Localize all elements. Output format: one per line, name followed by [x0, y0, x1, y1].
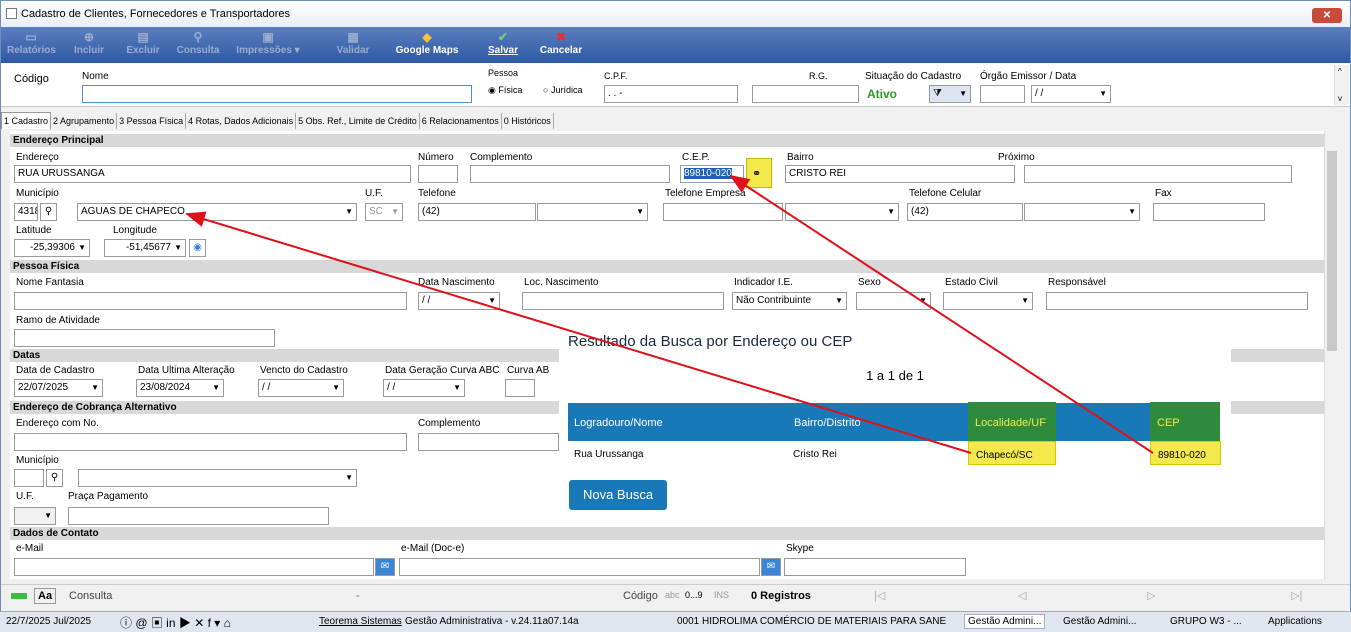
status-dash: -	[356, 590, 360, 602]
task-gestao-1[interactable]: Gestão Admini...	[964, 614, 1046, 629]
company-link[interactable]: Teorema Sistemas	[319, 616, 402, 627]
first-record-icon[interactable]: |◁	[874, 589, 885, 602]
taskbar-date: 22/7/2025 Jul/2025	[6, 616, 92, 627]
font-case-button[interactable]: Aa	[34, 588, 57, 604]
taskbar: 22/7/2025 Jul/2025 ⓘ @ ▣ in ▶ ✕ f ▾ ⌂ Te…	[0, 611, 1351, 632]
social-icons[interactable]: ⓘ @ ▣ in ▶ ✕ f ▾ ⌂	[120, 614, 231, 631]
task-applications[interactable]: Applications	[1268, 616, 1322, 627]
status-registros: 0 Registros	[751, 590, 811, 602]
task-grupo[interactable]: GRUPO W3 - ...	[1170, 616, 1242, 627]
arrow-cep	[729, 174, 1154, 454]
status-green-icon	[11, 593, 27, 599]
status-abc: abc	[665, 590, 680, 600]
annotation-arrows	[185, 174, 1154, 454]
status-ins: INS	[714, 590, 730, 600]
status-consulta: Consulta	[69, 590, 113, 602]
last-record-icon[interactable]: ▷|	[1291, 589, 1302, 602]
status-codigo: Código	[623, 590, 658, 602]
client-name: 0001 HIDROLIMA COMÉRCIO DE MATERIAIS PAR…	[677, 616, 947, 627]
status-digits: 0...9	[685, 590, 703, 600]
arrow-localidade	[185, 211, 972, 454]
app-version: Gestão Administrativa - v.24.11a07.14a	[405, 616, 579, 627]
main-window: Cadastro de Clientes, Fornecedores e Tra…	[0, 0, 1351, 612]
status-bar: Aa Consulta - Código abc 0...9 INS 0 Reg…	[1, 584, 1350, 606]
next-record-icon[interactable]: ▷	[1147, 589, 1155, 602]
prev-record-icon[interactable]: ◁	[1018, 589, 1026, 602]
task-gestao-2[interactable]: Gestão Admini...	[1063, 616, 1136, 627]
